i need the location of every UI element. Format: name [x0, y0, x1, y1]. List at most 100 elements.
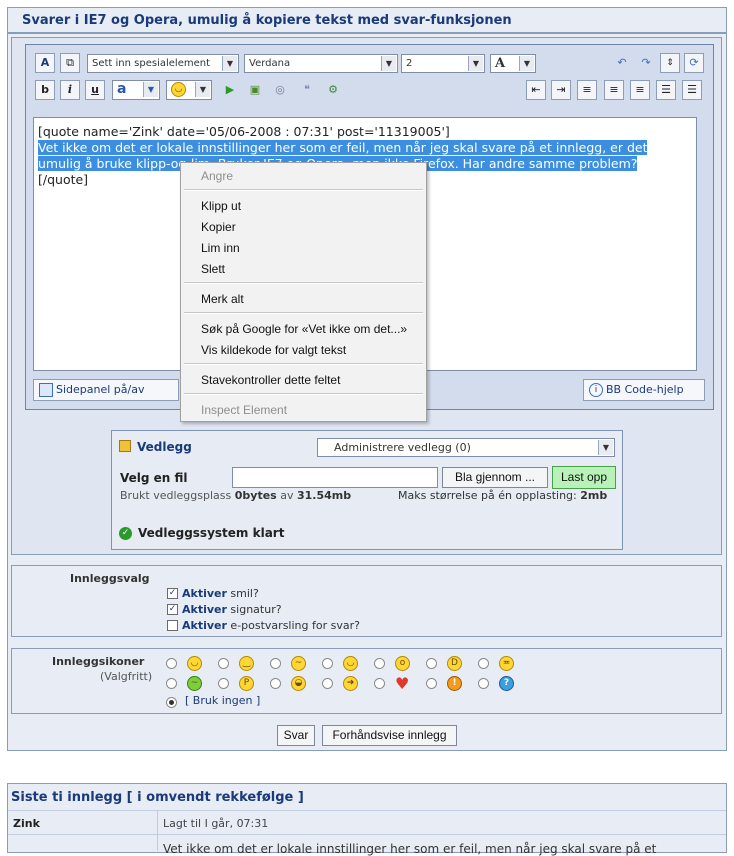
attachments-panel: Vedlegg Administrere vedlegg (0) ▼ Velg e… [111, 430, 623, 550]
insert-code-icon[interactable]: ⚙ [323, 80, 343, 100]
font-color-select[interactable]: a ▼ [112, 80, 160, 100]
chevron-down-icon: ▼ [222, 56, 237, 71]
tongue-icon: P [239, 676, 254, 691]
icon-radio[interactable] [322, 658, 333, 669]
menu-separator [184, 312, 423, 314]
outdent-icon[interactable]: ⇤ [526, 80, 546, 100]
divider [8, 810, 726, 811]
question-icon: ? [499, 676, 514, 691]
menu-item-view-source[interactable]: Vis kildekode for valgt tekst [201, 341, 346, 359]
sick-icon: ~ [187, 676, 202, 691]
exclamation-icon: ! [447, 676, 462, 691]
icon-radio[interactable] [218, 658, 229, 669]
text-size-select[interactable]: A ▼ [490, 54, 536, 73]
switch-mode-icon[interactable]: ⟳ [684, 53, 704, 73]
align-center-icon[interactable]: ≡ [604, 80, 624, 100]
post-excerpt: Vet ikke om det er lokale innstillinger … [163, 842, 657, 856]
bbcode-help-button[interactable]: i BB Code-hjelp [583, 379, 705, 401]
menu-item-search-google[interactable]: Søk på Google for «Vet ikke om det...» [201, 320, 407, 338]
side-panel-toggle-button[interactable]: Sidepanel på/av [33, 379, 179, 401]
underline-button[interactable]: u [85, 80, 105, 100]
insert-image-icon[interactable]: ▣ [245, 80, 265, 100]
icon-radio[interactable] [426, 678, 437, 689]
icon-radio[interactable] [374, 658, 385, 669]
menu-item-paste[interactable]: Lim inn [201, 239, 240, 257]
enable-email-notify-checkbox[interactable] [167, 620, 178, 631]
no-icon-label: [ Bruk ingen ] [185, 694, 261, 707]
enable-smilies-checkbox[interactable]: ✓ [167, 588, 178, 599]
preview-post-button[interactable]: Forhåndsvise innlegg [322, 725, 457, 746]
icon-radio[interactable] [374, 678, 385, 689]
icon-radio[interactable] [166, 658, 177, 669]
emoticon-select[interactable]: ◡ ▼ [166, 80, 212, 100]
chevron-down-icon: ▼ [381, 56, 396, 71]
divider [157, 810, 158, 851]
chevron-down-icon: ▼ [468, 56, 483, 71]
enable-signature-checkbox[interactable]: ✓ [167, 604, 178, 615]
file-path-input[interactable] [232, 467, 438, 488]
last-posts-title: Siste ti innlegg [ i omvendt rekkefølge … [11, 790, 304, 805]
laugh-icon: D [447, 656, 462, 671]
selected-text-line-1: Vet ikke om det er lokale innstillinger … [38, 140, 648, 155]
grin-icon: ◡ [343, 656, 358, 671]
icon-radio[interactable] [166, 678, 177, 689]
paste-icon[interactable]: ⧉ [60, 53, 80, 73]
undo-icon[interactable]: ↶ [612, 53, 632, 73]
icon-radio[interactable] [426, 658, 437, 669]
post-timestamp: Lagt til I går, 07:31 [163, 817, 269, 830]
menu-separator [184, 189, 423, 191]
insert-quote-icon[interactable]: ❝ [297, 80, 317, 100]
icon-radio[interactable] [478, 658, 489, 669]
menu-separator [184, 393, 423, 395]
spellcheck-icon[interactable]: A [35, 53, 55, 73]
icon-radio[interactable] [478, 678, 489, 689]
menu-item-delete[interactable]: Slett [201, 260, 225, 278]
post-icons-sublabel: (Valgfritt) [100, 670, 153, 683]
no-icon-radio[interactable] [166, 697, 177, 708]
menu-item-copy[interactable]: Kopier [201, 218, 236, 236]
icon-radio[interactable] [270, 678, 281, 689]
insert-link-icon[interactable]: ◎ [270, 80, 290, 100]
menu-item-cut[interactable]: Klipp ut [201, 197, 241, 215]
quote-open-tag: [quote name='Zink' date='05/06-2008 : 07… [38, 124, 450, 139]
indent-icon[interactable]: ⇥ [551, 80, 571, 100]
size-select[interactable]: 2 ▼ [401, 54, 485, 73]
icon-radio[interactable] [322, 678, 333, 689]
chevron-down-icon: ▼ [195, 82, 210, 97]
italic-button[interactable]: i [60, 80, 80, 100]
post-author[interactable]: Zink [13, 817, 40, 830]
mellow-icon: ‿ [239, 656, 254, 671]
page-title: Svarer i IE7 og Opera, umulig å kopiere … [7, 7, 727, 33]
enable-email-notify-label: Aktiver e-postvarsling for svar? [182, 619, 360, 632]
info-icon: i [589, 383, 603, 397]
choose-file-label: Velg en fil [120, 471, 188, 485]
align-right-icon[interactable]: ≡ [630, 80, 650, 100]
menu-separator [184, 363, 423, 365]
submit-reply-button[interactable]: Svar [277, 725, 315, 746]
menu-item-undo: Angre [201, 169, 234, 183]
menu-item-inspect: Inspect Element [201, 403, 288, 417]
special-element-select[interactable]: Sett inn spesialelement ▼ [87, 54, 239, 73]
font-select[interactable]: Verdana ▼ [244, 54, 398, 73]
icon-radio[interactable] [218, 678, 229, 689]
insert-media-icon[interactable]: ▶ [220, 80, 240, 100]
align-left-icon[interactable]: ≡ [577, 80, 597, 100]
menu-item-select-all[interactable]: Merk alt [201, 290, 244, 308]
redo-icon[interactable]: ↷ [636, 53, 656, 73]
icon-radio[interactable] [270, 658, 281, 669]
browse-button[interactable]: Bla gjennom ... [442, 467, 548, 488]
bold-button[interactable]: b [35, 80, 55, 100]
used-space-text: Brukt vedleggsplass 0bytes av 31.54mb [120, 489, 352, 502]
upload-button[interactable]: Last opp [552, 466, 616, 489]
bullet-list-icon[interactable]: ☰ [682, 80, 702, 100]
menu-separator [184, 282, 423, 284]
enable-signature-label: Aktiver signatur? [182, 603, 282, 616]
menu-item-spellcheck[interactable]: Stavekontroller dette feltet [201, 371, 340, 389]
numbered-list-icon[interactable]: ☰ [656, 80, 676, 100]
sleepy-icon: ~ [291, 656, 306, 671]
attachment-status: Vedleggssystem klart [138, 526, 285, 540]
arrow-icon: ➜ [343, 676, 358, 691]
resize-icon[interactable]: ⇕ [660, 53, 680, 73]
enable-smilies-label: Aktiver smil? [182, 587, 259, 600]
manage-attachments-select[interactable]: Administrere vedlegg (0) ▼ [317, 438, 615, 457]
